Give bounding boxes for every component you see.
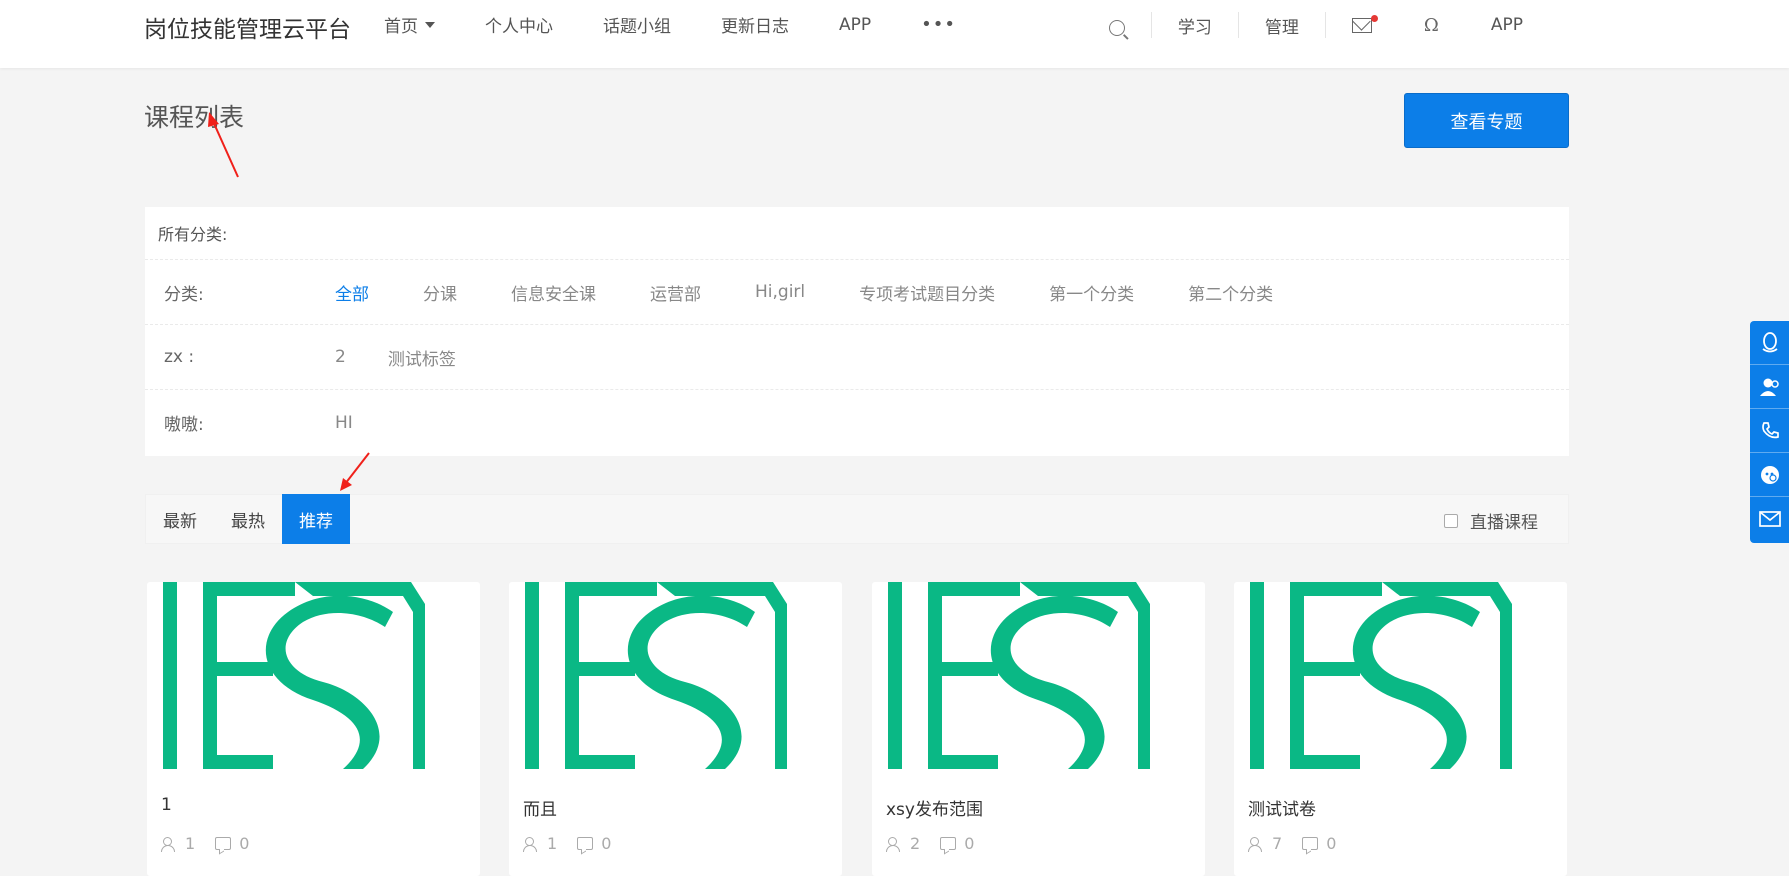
nav-app[interactable]: APP [839, 15, 871, 35]
course-title[interactable]: 而且 [523, 795, 557, 820]
course-title[interactable]: xsy发布范围 [886, 795, 983, 820]
app-link[interactable]: APP [1465, 15, 1549, 35]
search-button[interactable] [1083, 17, 1151, 36]
comment-count: 0 [239, 834, 250, 853]
top-navbar: 岗位技能管理云平台 首页 个人中心 话题小组 更新日志 APP ••• 学习 管… [0, 0, 1789, 68]
students-icon [161, 836, 179, 852]
mail-icon[interactable] [1750, 497, 1789, 541]
live-course-label: 直播课程 [1470, 513, 1538, 533]
students-icon [886, 836, 904, 852]
category-filter: 所有分类: 分类: 全部 分课 信息安全课 运营部 Hi,girl 专项考试题目… [145, 207, 1569, 456]
filter-option[interactable]: 分课 [423, 280, 457, 305]
live-course-checkbox[interactable] [1444, 513, 1458, 528]
page-title: 课程列表 [144, 103, 245, 132]
filter-row-zx: zx : 2 测试标签 [145, 325, 1569, 390]
live-course-toggle[interactable]: 直播课程 [1444, 508, 1538, 533]
filter-option[interactable]: HI [335, 413, 353, 433]
tab-newest[interactable]: 最新 [146, 494, 214, 544]
filter-row-aoao: 嗷嗷: HI [145, 390, 1569, 455]
course-meta: 2 0 [886, 834, 974, 853]
students-icon [1248, 836, 1266, 852]
student-count: 1 [185, 834, 196, 853]
comment-icon [215, 837, 232, 850]
filter-header: 所有分类: [145, 207, 1569, 260]
filter-option-all[interactable]: 全部 [335, 280, 369, 305]
site-brand[interactable]: 岗位技能管理云平台 [144, 10, 351, 44]
nav-personal-center[interactable]: 个人中心 [485, 12, 553, 37]
more-icon[interactable]: ••• [921, 14, 956, 35]
filter-row-label: 分类: [164, 284, 204, 305]
filter-option[interactable]: 运营部 [650, 280, 701, 305]
nav-topic-groups[interactable]: 话题小组 [603, 12, 671, 37]
course-cover-image [888, 582, 1150, 769]
filter-option[interactable]: 第一个分类 [1049, 280, 1134, 305]
annotation-arrow-tab-head [340, 478, 352, 491]
nav-home-label: 首页 [384, 17, 418, 37]
filter-row-category: 分类: 全部 分课 信息安全课 运营部 Hi,girl 专项考试题目分类 第一个… [145, 260, 1569, 325]
notification-dot [1370, 14, 1378, 22]
course-cover-image [163, 582, 425, 769]
view-topics-button[interactable]: 查看专题 [1404, 93, 1569, 148]
students-icon [523, 836, 541, 852]
nav-changelog[interactable]: 更新日志 [721, 12, 789, 37]
course-card[interactable]: 1 1 0 [147, 582, 480, 876]
course-card[interactable]: 而且 1 0 [509, 582, 842, 876]
qq-icon[interactable] [1750, 321, 1789, 365]
student-count: 1 [547, 834, 558, 853]
filter-option[interactable]: 2 [335, 347, 346, 367]
manage-link[interactable]: 管理 [1239, 13, 1325, 38]
filter-option[interactable]: 测试标签 [388, 345, 456, 370]
tab-recommended[interactable]: 推荐 [282, 494, 350, 544]
filter-row-label: 嗷嗷: [164, 415, 204, 435]
annotation-arrow-tab [344, 452, 370, 485]
course-title[interactable]: 1 [161, 795, 172, 815]
comment-icon [1302, 837, 1319, 850]
course-meta: 1 0 [161, 834, 249, 853]
search-icon [1108, 20, 1125, 36]
contact-icon[interactable] [1750, 365, 1789, 409]
floating-contact-bar [1750, 321, 1789, 543]
course-cover-image [525, 582, 787, 769]
chevron-down-icon [425, 21, 435, 28]
filter-option[interactable]: 第二个分类 [1188, 280, 1273, 305]
user-nav: 学习 管理 Ω APP [1083, 12, 1549, 38]
course-meta: 1 0 [523, 834, 611, 853]
course-card[interactable]: 测试试卷 7 0 [1234, 582, 1567, 876]
course-card[interactable]: xsy发布范围 2 0 [872, 582, 1205, 876]
course-meta: 7 0 [1248, 834, 1336, 853]
comment-count: 0 [1326, 834, 1337, 853]
course-cover-image [1250, 582, 1512, 769]
main-nav: 首页 个人中心 话题小组 更新日志 APP ••• [384, 12, 1006, 37]
comment-count: 0 [964, 834, 975, 853]
filter-option[interactable]: 专项考试题目分类 [859, 280, 995, 305]
wechat-icon[interactable] [1750, 453, 1789, 497]
tab-hottest[interactable]: 最热 [214, 494, 282, 544]
comment-icon [577, 837, 594, 850]
filter-row-label: zx : [164, 347, 195, 367]
filter-option[interactable]: 信息安全课 [511, 280, 596, 305]
student-count: 2 [910, 834, 921, 853]
comment-icon [940, 837, 957, 850]
comment-count: 0 [601, 834, 612, 853]
learn-link[interactable]: 学习 [1152, 13, 1238, 38]
sort-tabs: 最新 最热 推荐 直播课程 [145, 494, 1569, 544]
phone-icon[interactable] [1750, 409, 1789, 453]
course-title[interactable]: 测试试卷 [1248, 795, 1316, 820]
mail-icon [1351, 17, 1372, 33]
user-icon[interactable]: Ω [1398, 15, 1465, 36]
messages-button[interactable] [1326, 14, 1398, 33]
student-count: 7 [1272, 834, 1283, 853]
nav-home[interactable]: 首页 [384, 12, 435, 37]
filter-option[interactable]: Hi,girl [755, 282, 805, 302]
